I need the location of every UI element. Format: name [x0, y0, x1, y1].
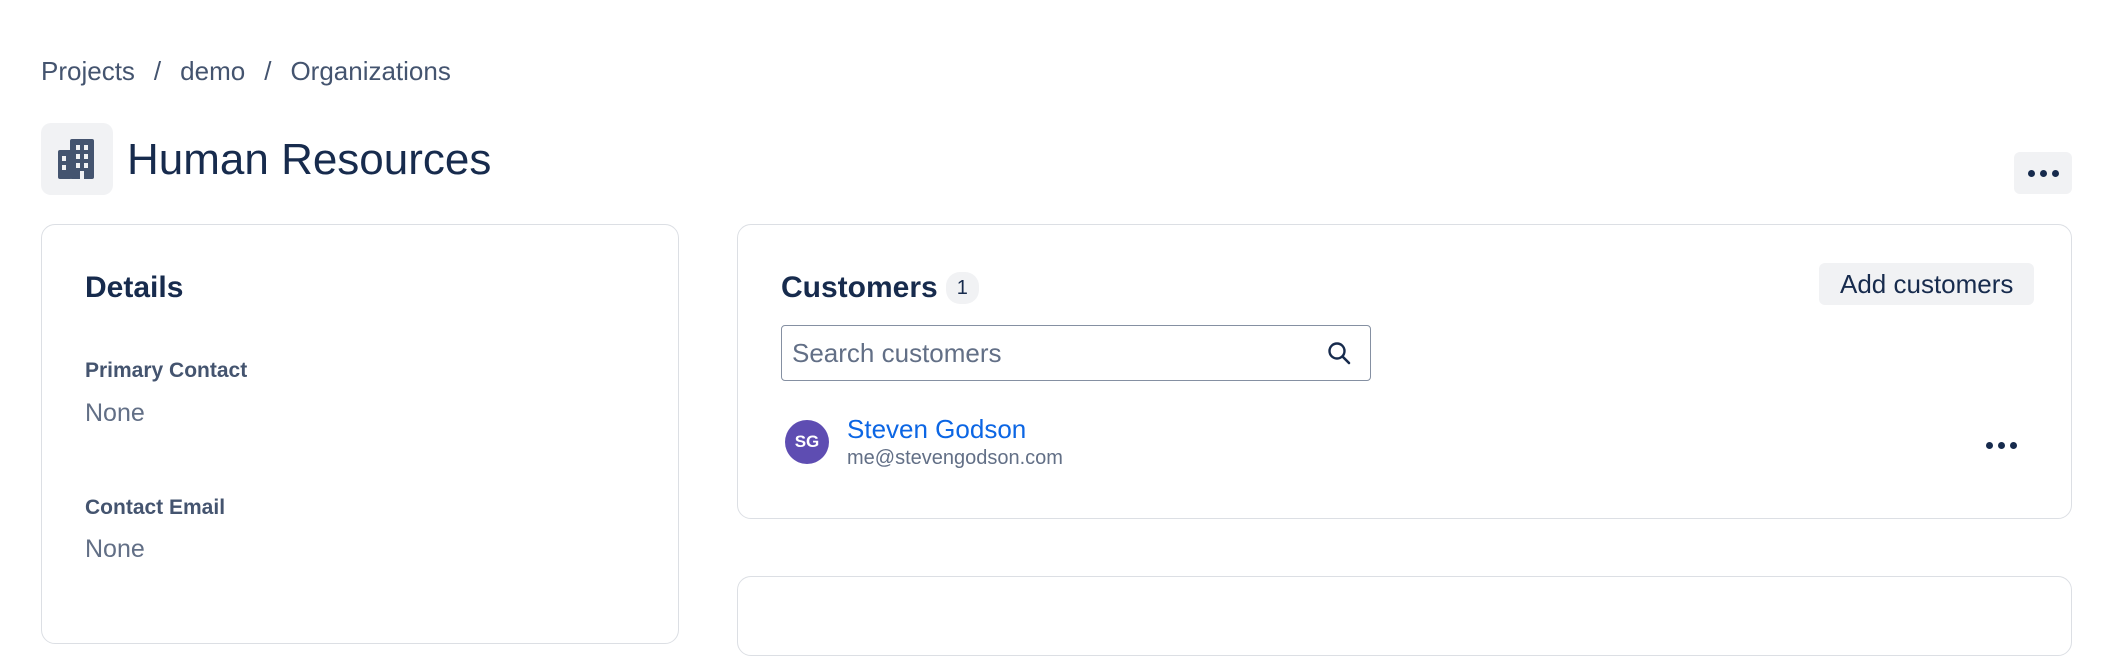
secondary-panel [737, 576, 2072, 656]
organization-avatar [41, 123, 113, 195]
breadcrumb-demo[interactable]: demo [180, 56, 245, 87]
search-customers-input[interactable] [782, 326, 1324, 380]
contact-email-value: None [85, 535, 145, 563]
breadcrumb-organizations[interactable]: Organizations [290, 56, 450, 87]
customers-heading: Customers 1 [781, 271, 979, 305]
list-item: SG Steven Godson me@stevengodson.com [785, 413, 1063, 470]
customer-name-link[interactable]: Steven Godson [847, 413, 1063, 445]
more-horizontal-icon [1985, 441, 2017, 449]
customers-heading-label: Customers [781, 271, 938, 304]
breadcrumb-separator: / [153, 56, 162, 86]
customer-more-actions-button[interactable] [1976, 425, 2026, 465]
avatar: SG [785, 419, 829, 464]
customer-email: me@stevengodson.com [847, 447, 1063, 469]
page-title: Human Resources [127, 135, 492, 184]
primary-contact-value: None [85, 399, 145, 427]
contact-email-label: Contact Email [85, 496, 226, 519]
add-customers-button[interactable]: Add customers [1819, 263, 2035, 305]
details-heading: Details [85, 271, 184, 304]
breadcrumb: Projects / demo / Organizations [41, 56, 451, 87]
search-icon[interactable] [1324, 338, 1354, 368]
search-customers-field [781, 325, 1371, 381]
customers-count-badge: 1 [945, 272, 979, 304]
page-more-actions-button[interactable] [2014, 152, 2072, 194]
customers-panel: Customers 1 Add customers SG Steven Gods… [737, 224, 2072, 519]
details-panel: Details Primary Contact None Contact Ema… [41, 224, 679, 644]
breadcrumb-separator: / [264, 56, 272, 86]
building-icon [58, 139, 94, 179]
customer-info: Steven Godson me@stevengodson.com [847, 413, 1063, 470]
more-horizontal-icon [2027, 169, 2059, 177]
breadcrumb-projects[interactable]: Projects [41, 56, 135, 87]
primary-contact-label: Primary Contact [85, 359, 248, 382]
